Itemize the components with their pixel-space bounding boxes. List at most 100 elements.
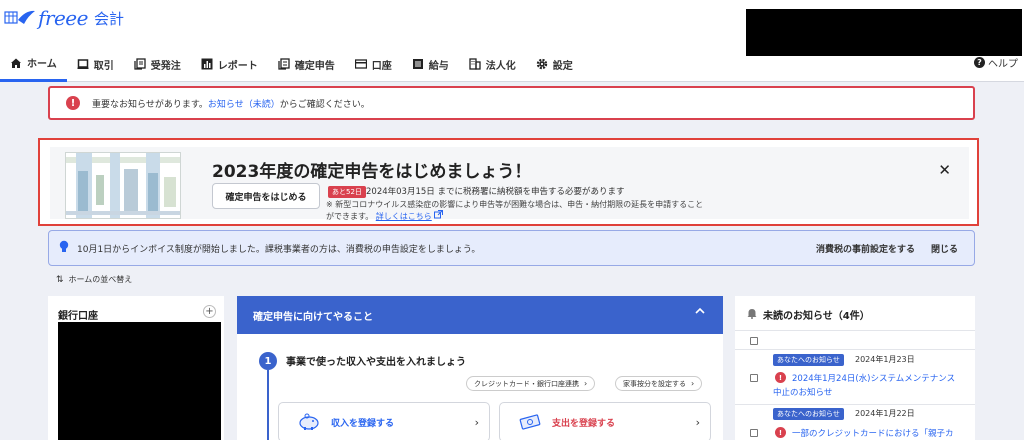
step-title: 事業で使った収入や支出を入れましょう <box>286 357 466 368</box>
external-link-icon <box>434 210 444 221</box>
news-tag: あなたへのお知らせ <box>773 354 844 366</box>
redacted-bank-list <box>58 322 221 440</box>
alert-icon: ! <box>775 372 786 383</box>
news-date: 2024年1月23日 <box>855 355 915 364</box>
unread-news-card: 未読のお知らせ（4件） あなたへのお知らせ 2024年1月23日 ! 2024年… <box>735 296 975 440</box>
details-link[interactable]: 詳しくはこちら <box>376 212 432 221</box>
gear-icon <box>536 58 548 70</box>
close-icon[interactable]: ✕ <box>938 161 951 179</box>
news-title-line2[interactable]: 中止のお知らせ <box>773 386 832 398</box>
nav-orders-label: 受発注 <box>150 60 181 72</box>
main-nav: ホーム 取引 受発注 レポート 確定申告 口座 給与 法人化 設定 <box>0 46 583 82</box>
nav-transactions[interactable]: 取引 <box>67 46 124 82</box>
question-icon: ? <box>974 57 985 68</box>
nav-incorporation[interactable]: 法人化 <box>459 46 526 82</box>
logo-bird-icon <box>4 10 35 24</box>
days-left-badge: あと52日 <box>328 186 366 198</box>
nav-payroll-label: 給与 <box>428 60 449 72</box>
todo-header[interactable]: 確定申告に向けてやること <box>237 296 723 334</box>
chevron-right-icon: › <box>695 415 700 429</box>
chevron-right-icon: › <box>474 415 479 429</box>
extension-note-line1: ※ 新型コロナウイルス感染症の影響により申告等が困難な場合は、申告・納付期限の延… <box>326 200 704 209</box>
deadline-text: 2024年03月15日 までに税務署に納税額を申告する必要があります <box>366 187 625 197</box>
news-title-line1[interactable]: 一部のクレジットカードにおける「親子カ <box>792 427 954 439</box>
nav-reports[interactable]: レポート <box>191 46 268 82</box>
bank-accounts-card: 銀行口座 + <box>48 296 224 440</box>
invoice-notice: 10月1日からインボイス制度が開始しました。課税事業者の方は、消費税の申告設定を… <box>48 230 975 266</box>
nav-settings-label: 設定 <box>552 60 573 72</box>
nav-incorporation-label: 法人化 <box>485 60 516 72</box>
sort-arrows-icon: ⇅ <box>56 274 64 285</box>
register-expense-label: 支出を登録する <box>552 418 616 429</box>
chevron-right-icon: › <box>691 379 695 388</box>
invoice-notice-text: 10月1日からインボイス制度が開始しました。課税事業者の方は、消費税の申告設定を… <box>77 244 481 255</box>
news-header: 未読のお知らせ（4件） <box>747 307 870 322</box>
alert-prefix: 重要なお知らせがあります。 <box>92 99 208 110</box>
news-date: 2024年1月22日 <box>855 409 915 418</box>
news-checkbox[interactable] <box>750 374 758 382</box>
nav-payroll[interactable]: 給与 <box>402 46 459 82</box>
register-expense-button[interactable]: 支出を登録する › <box>499 402 711 440</box>
top-header: freee 会計 ホーム 取引 受発注 レポート 確定申告 口座 給与 法人化 … <box>0 0 1024 82</box>
piggy-bank-icon <box>295 412 323 432</box>
alert-suffix: からご確認ください。 <box>279 99 370 110</box>
reorder-home-link[interactable]: ⇅ ホームの並べ替え <box>56 274 132 285</box>
alert-icon: ! <box>775 427 786 438</box>
news-separator <box>735 404 975 405</box>
important-notice-alert: ! 重要なお知らせがあります。 お知らせ（未読） からご確認ください。 <box>48 86 975 120</box>
laptop-icon <box>77 58 89 70</box>
news-checkbox[interactable] <box>750 429 758 437</box>
logo-text: freee <box>38 6 88 30</box>
redacted-account-area <box>746 9 1022 56</box>
tax-banner-body: 2023年度の確定申告をはじめましょう！ 確定申告をはじめる あと52日 202… <box>50 147 969 222</box>
card-bank-link-label: クレジットカード・銀行口座連携 <box>474 379 579 388</box>
nav-tax-return[interactable]: 確定申告 <box>268 46 345 82</box>
form-icon <box>278 58 290 70</box>
card-bank-link-button[interactable]: クレジットカード・銀行口座連携 › <box>466 376 596 391</box>
building-icon <box>469 58 481 70</box>
register-income-button[interactable]: 収入を登録する › <box>278 402 490 440</box>
nav-settings[interactable]: 設定 <box>526 46 583 82</box>
nav-accounts-label: 口座 <box>371 60 392 72</box>
lightbulb-icon <box>59 240 69 256</box>
news-title: 未読のお知らせ（4件） <box>763 311 870 322</box>
nav-orders[interactable]: 受発注 <box>124 46 191 82</box>
select-all-checkbox[interactable] <box>750 337 758 345</box>
tax-banner-title: 2023年度の確定申告をはじめましょう！ <box>212 162 532 182</box>
start-tax-return-button[interactable]: 確定申告をはじめる <box>212 183 320 209</box>
news-tag: あなたへのお知らせ <box>773 408 844 420</box>
step-number: 1 <box>259 352 277 370</box>
tax-form-thumbnail <box>65 152 181 219</box>
alert-link[interactable]: お知らせ（未読） <box>208 97 280 110</box>
card-icon <box>354 58 367 70</box>
extension-note-text: ができます。 <box>326 212 374 221</box>
freee-logo[interactable]: freee 会計 <box>4 6 124 30</box>
household-ratio-label: 家事按分を設定する <box>623 379 686 388</box>
bar-chart-icon <box>201 58 213 70</box>
help-link[interactable]: ? ヘルプ <box>974 55 1018 70</box>
household-ratio-button[interactable]: 家事按分を設定する › <box>615 376 703 391</box>
list-icon <box>412 58 424 70</box>
todo-header-title: 確定申告に向けてやること <box>253 311 373 323</box>
money-out-icon <box>516 412 544 432</box>
chevron-up-icon[interactable] <box>695 307 705 318</box>
extension-note-line2: ができます。 詳しくはこちら <box>326 210 444 222</box>
close-notice-link[interactable]: 閉じる <box>931 242 958 255</box>
home-icon <box>10 57 22 69</box>
add-bank-button[interactable]: + <box>203 305 216 318</box>
documents-icon <box>134 58 146 70</box>
bell-icon <box>747 308 757 322</box>
alert-icon: ! <box>66 96 80 110</box>
chevron-right-icon: › <box>584 379 588 388</box>
register-income-label: 収入を登録する <box>331 418 395 429</box>
tax-settings-link[interactable]: 消費税の事前設定をする <box>816 242 915 255</box>
nav-transactions-label: 取引 <box>93 60 114 72</box>
nav-accounts[interactable]: 口座 <box>345 46 402 82</box>
tax-todo-card: 確定申告に向けてやること 1 事業で使った収入や支出を入れましょう クレジットカ… <box>237 296 723 440</box>
help-label: ヘルプ <box>988 59 1018 70</box>
news-title-line1[interactable]: 2024年1月24日(水)システムメンテナンス <box>792 372 955 384</box>
bank-card-title: 銀行口座 <box>58 311 98 322</box>
nav-reports-label: レポート <box>217 60 258 72</box>
nav-home[interactable]: ホーム <box>0 46 67 82</box>
reorder-label: ホームの並べ替え <box>68 275 133 284</box>
